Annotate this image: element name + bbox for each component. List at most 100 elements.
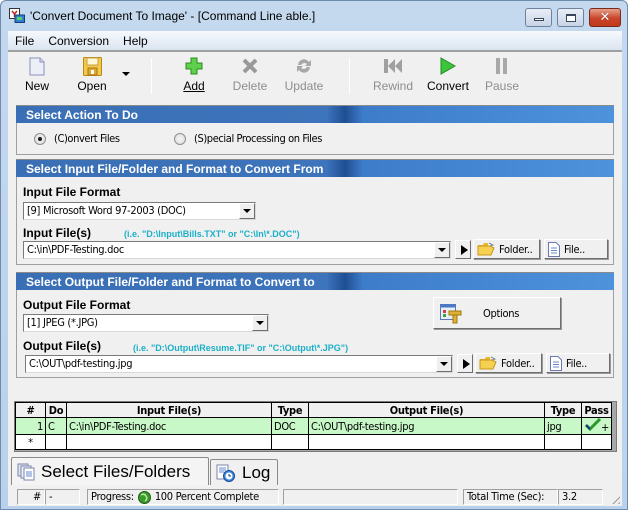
open-label: Open [77,79,107,93]
chevron-down-icon[interactable] [252,315,268,331]
client-area: New Open Add Delete Update Rewind Conver… [8,50,622,488]
tab-select-files[interactable]: Select Files/Folders [11,457,209,485]
options-button[interactable]: Options [433,297,561,329]
add-button[interactable]: Add [180,56,208,93]
output-file-button[interactable]: File.. [546,353,610,373]
play-icon [426,56,470,76]
input-folder-label: Folder.. [499,242,533,256]
resize-grip[interactable] [609,493,620,504]
file-icon [550,355,562,371]
close-button[interactable]: ✕ [589,8,621,27]
status-hash-label: # [17,489,45,505]
output-files-label: Output File(s) [23,339,101,353]
convert-files-radio[interactable]: (C)onvert Files [34,132,120,145]
menu-help[interactable]: Help [116,34,155,48]
input-format-label: Input File Format [23,185,121,199]
rewind-button[interactable]: Rewind [372,56,414,93]
total-time-label: Total Time (Sec): [463,489,558,505]
menu-conversion[interactable]: Conversion [41,34,116,48]
input-files-field[interactable]: C:\in\PDF-Testing.doc [23,241,451,259]
radio-selected-icon [34,132,46,145]
documents-icon [17,463,35,481]
delete-button[interactable]: Delete [231,56,269,93]
col-header-input[interactable]: Input File(s) [66,402,272,418]
row-output-type[interactable]: jpg [544,417,582,435]
new-row-cell[interactable] [45,434,67,450]
status-hash-value: - [45,489,80,505]
col-header-num[interactable]: # [15,402,46,418]
output-files-value: C:\OUT\pdf-testing.jpg [29,357,133,370]
table-row[interactable]: 1 C C:\in\PDF-Testing.doc DOC C:\OUT\pdf… [15,417,612,435]
action-section-header: Select Action To Do [16,105,614,123]
plus-icon [180,56,208,76]
new-button[interactable]: New [18,56,56,93]
progress-globe-icon [137,490,151,504]
row-input-file[interactable]: C:\in\PDF-Testing.doc [66,417,272,435]
col-header-input-type[interactable]: Type [271,402,309,418]
output-file-label: File.. [566,356,587,370]
row-pass: + [581,417,612,435]
convert-label: Convert [426,79,470,93]
output-format-select[interactable]: [1] JPEG (*.JPG) [23,314,269,332]
grid-header-row: # Do Input File(s) Type Output File(s) T… [15,402,612,418]
input-section-header: Select Input File/Folder and Format to C… [16,159,614,177]
special-processing-radio[interactable]: (S)pecial Processing on Files [174,132,322,145]
status-message [283,489,458,505]
col-header-pass[interactable]: Pass [581,402,612,418]
input-file-label: File.. [564,242,585,256]
convert-button[interactable]: Convert [426,56,470,93]
col-header-output[interactable]: Output File(s) [308,402,545,418]
row-output-file[interactable]: C:\OUT\pdf-testing.jpg [308,417,545,435]
tab-log[interactable]: Log [210,459,278,485]
toolbar-separator [349,58,350,94]
row-number: 1 [15,417,46,435]
toolbar-separator [151,58,152,94]
app-icon [9,8,25,23]
pause-button[interactable]: Pause [485,56,519,93]
minimize-button[interactable] [525,8,552,27]
chevron-down-icon[interactable] [436,356,452,372]
open-dropdown-arrow[interactable] [122,72,130,76]
output-play-button[interactable] [457,354,473,373]
file-grid: # Do Input File(s) Type Output File(s) T… [14,401,617,452]
folder-icon [477,242,495,256]
maximize-button[interactable] [557,8,584,27]
update-label: Update [284,79,324,93]
output-folder-label: Folder.. [501,356,535,370]
new-document-icon [18,56,56,76]
col-header-output-type[interactable]: Type [544,402,582,418]
new-row-cell[interactable] [66,434,272,450]
progress-label: Progress: [91,490,134,503]
input-folder-button[interactable]: Folder.. [473,239,540,259]
menu-file[interactable]: File [8,34,41,48]
output-files-field[interactable]: C:\OUT\pdf-testing.jpg [25,355,453,373]
input-file-button[interactable]: File.. [544,239,608,259]
input-play-button[interactable] [455,240,471,259]
row-input-type[interactable]: DOC [271,417,309,435]
status-progress: Progress: 100 Percent Complete [87,489,279,505]
new-row-cell[interactable] [581,434,612,450]
rewind-icon [372,56,414,76]
new-row-cell[interactable] [308,434,545,450]
special-processing-label: (S)pecial Processing on Files [194,132,322,145]
col-header-do[interactable]: Do [45,402,67,418]
output-section-title: Select Output File/Folder and Format to … [26,275,315,289]
chevron-down-icon[interactable] [434,242,450,258]
convert-files-label: (C)onvert Files [54,132,120,145]
log-clock-icon [216,464,236,482]
pass-marker: + [601,421,609,434]
menu-bar: File Conversion Help [8,31,622,50]
input-format-select[interactable]: [9] Microsoft Word 97-2003 (DOC) [23,202,256,220]
action-section-body: (C)onvert Files (S)pecial Processing on … [16,123,614,155]
checkmark-icon [584,418,602,434]
new-label: New [24,79,49,93]
new-row[interactable]: * [15,434,612,450]
row-do[interactable]: C [45,417,67,435]
new-row-cell[interactable] [544,434,582,450]
folder-icon [479,356,497,370]
update-button[interactable]: Update [283,56,325,93]
output-folder-button[interactable]: Folder.. [475,353,542,373]
open-button[interactable]: Open [72,56,112,93]
new-row-cell[interactable] [271,434,309,450]
chevron-down-icon[interactable] [239,203,255,219]
